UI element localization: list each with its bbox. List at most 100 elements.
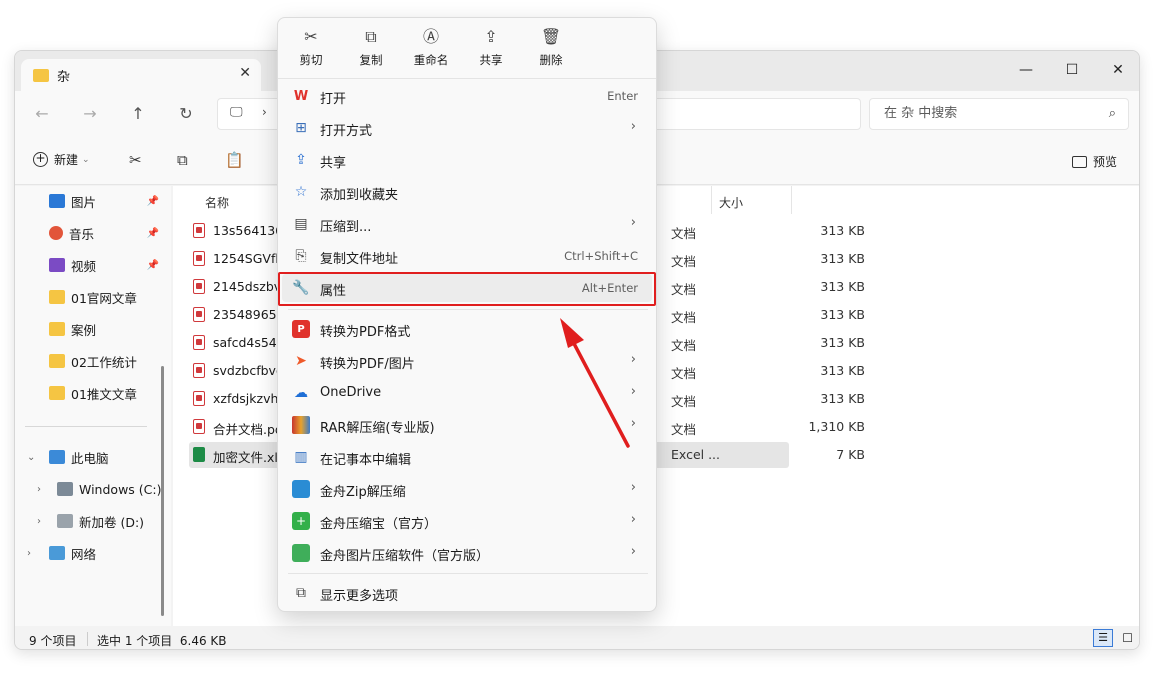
cut-icon[interactable]: ✂ bbox=[129, 151, 142, 169]
sidebar-item-folder[interactable]: 02工作统计 bbox=[15, 346, 165, 376]
minimize-button[interactable]: — bbox=[1011, 57, 1041, 83]
menu-item-label: 添加到收藏夹 bbox=[320, 188, 399, 203]
menu-item-rar[interactable]: RAR解压缩(专业版) › bbox=[282, 411, 652, 439]
menu-item-jz-image-compress[interactable]: 金舟图片压缩软件（官方版） › bbox=[282, 539, 652, 567]
sidebar-item-music[interactable]: 音乐 📌 bbox=[15, 218, 165, 248]
menu-divider bbox=[288, 573, 648, 574]
menu-item-jz-compress[interactable]: + 金舟压缩宝（官方） › bbox=[282, 507, 652, 535]
sidebar-item-folder[interactable]: 案例 bbox=[15, 314, 165, 344]
notepad-icon: ▥ bbox=[294, 449, 308, 465]
up-icon[interactable]: ↑ bbox=[127, 103, 149, 125]
share-icon: ⇪ bbox=[484, 27, 498, 46]
pdf-file-icon bbox=[193, 363, 205, 378]
menu-item-label: 打开 bbox=[320, 92, 347, 107]
shortcut-hint: Ctrl+Shift+C bbox=[564, 249, 638, 263]
tiles-view-icon[interactable]: ☐ bbox=[1122, 631, 1133, 645]
column-header-name[interactable]: 名称 bbox=[205, 194, 229, 211]
chevron-right-icon: › bbox=[630, 544, 636, 559]
menu-item-onedrive[interactable]: ☁ OneDrive › bbox=[282, 379, 652, 407]
forward-icon[interactable]: → bbox=[79, 103, 101, 125]
onedrive-icon: ☁ bbox=[294, 385, 308, 401]
close-window-button[interactable]: ✕ bbox=[1103, 57, 1133, 83]
file-name: 合并文档.pd bbox=[213, 422, 283, 437]
file-name: xzfdsjkzvhr bbox=[213, 391, 284, 406]
sidebar-item-pictures[interactable]: 图片 📌 bbox=[15, 186, 165, 216]
search-icon[interactable]: ⌕ bbox=[1109, 99, 1116, 129]
menu-item-open[interactable]: W 打开 Enter bbox=[282, 82, 652, 110]
column-header-size[interactable]: 大小 bbox=[719, 194, 743, 211]
preview-button[interactable]: 预览 bbox=[1071, 153, 1117, 170]
tab-current-folder[interactable]: 杂 ✕ bbox=[21, 59, 261, 91]
pin-icon[interactable]: 📌 bbox=[147, 260, 159, 271]
sidebar-item-label: 网络 bbox=[71, 546, 97, 562]
chevron-down-icon[interactable]: ⌄ bbox=[27, 452, 35, 463]
details-view-icon[interactable]: ☰ bbox=[1093, 629, 1113, 647]
paste-icon[interactable]: 📋 bbox=[225, 151, 244, 169]
sidebar-divider bbox=[25, 426, 147, 427]
menu-item-convert-pdf-image[interactable]: ➤ 转换为PDF/图片 › bbox=[282, 347, 652, 375]
delete-button[interactable]: 🗑 删除 bbox=[526, 26, 576, 68]
back-icon[interactable]: ← bbox=[31, 103, 53, 125]
copy-button[interactable]: ⧉ 复制 bbox=[346, 26, 396, 68]
copy-icon[interactable]: ⧉ bbox=[177, 151, 188, 169]
menu-item-notepad[interactable]: ▥ 在记事本中编辑 bbox=[282, 443, 652, 471]
menu-item-compress[interactable]: ▤ 压缩到... › bbox=[282, 210, 652, 238]
chevron-right-icon[interactable]: › bbox=[27, 548, 31, 559]
close-tab-icon[interactable]: ✕ bbox=[239, 65, 251, 81]
cut-button[interactable]: ✂ 剪切 bbox=[286, 26, 336, 68]
file-type: Excel ... bbox=[671, 447, 721, 462]
drive-icon bbox=[57, 482, 73, 496]
menu-item-copy-path[interactable]: ⎘ 复制文件地址 Ctrl+Shift+C bbox=[282, 242, 652, 270]
file-name: 235489652 bbox=[213, 307, 285, 322]
sidebar-scrollbar[interactable] bbox=[161, 366, 164, 616]
sidebar-item-videos[interactable]: 视频 📌 bbox=[15, 250, 165, 280]
sidebar-item-drive-c[interactable]: › Windows (C:) bbox=[15, 474, 165, 504]
jz-zip-icon bbox=[292, 480, 310, 498]
item-count: 9 个项目 bbox=[29, 634, 77, 648]
chevron-right-icon[interactable]: › bbox=[37, 484, 41, 495]
file-type: 文档 bbox=[671, 338, 697, 353]
chevron-right-icon: › bbox=[630, 416, 636, 431]
sidebar-item-folder[interactable]: 01推文文章 bbox=[15, 378, 165, 408]
menu-item-convert-pdf[interactable]: P 转换为PDF格式 bbox=[282, 315, 652, 343]
pin-icon[interactable]: 📌 bbox=[147, 228, 159, 239]
share-button[interactable]: ⇪ 共享 bbox=[466, 26, 516, 68]
trash-icon: 🗑 bbox=[540, 27, 562, 46]
search-input[interactable]: 在 杂 中搜索 ⌕ bbox=[869, 98, 1129, 130]
menu-item-share[interactable]: ⇪ 共享 bbox=[282, 146, 652, 174]
file-type: 文档 bbox=[671, 254, 697, 269]
computer-icon bbox=[49, 450, 65, 464]
menu-item-open-with[interactable]: ⊞ 打开方式 › bbox=[282, 114, 652, 142]
maximize-button[interactable]: ☐ bbox=[1057, 57, 1087, 83]
menu-item-label: 共享 bbox=[320, 156, 347, 171]
cut-icon: ✂ bbox=[304, 27, 318, 46]
new-button[interactable]: + 新建 ⌄ bbox=[33, 151, 90, 168]
sidebar-item-this-pc[interactable]: ⌄ 此电脑 bbox=[15, 442, 165, 472]
pdf-convert-icon: P bbox=[292, 320, 310, 338]
sidebar-item-drive-d[interactable]: › 新加卷 (D:) bbox=[15, 506, 165, 536]
sidebar-item-folder[interactable]: 01官网文章 bbox=[15, 282, 165, 312]
drive-icon bbox=[57, 514, 73, 528]
file-size: 1,310 KB bbox=[808, 419, 865, 434]
chevron-right-icon[interactable]: › bbox=[262, 105, 267, 119]
folder-icon bbox=[49, 354, 65, 368]
chevron-right-icon[interactable]: › bbox=[37, 516, 41, 527]
menu-item-label: 转换为PDF/图片 bbox=[320, 357, 415, 372]
sidebar-item-network[interactable]: › 网络 bbox=[15, 538, 165, 568]
menu-item-jz-zip[interactable]: 金舟Zip解压缩 › bbox=[282, 475, 652, 503]
pin-icon[interactable]: 📌 bbox=[147, 196, 159, 207]
chevron-right-icon: › bbox=[630, 119, 636, 134]
sidebar-item-label: 案例 bbox=[71, 322, 97, 338]
menu-item-label: 打开方式 bbox=[320, 124, 373, 139]
chevron-right-icon: › bbox=[630, 384, 636, 399]
menu-item-show-more[interactable]: ⧉ 显示更多选项 bbox=[282, 579, 652, 607]
file-type: 文档 bbox=[671, 366, 697, 381]
rename-button[interactable]: Ⓐ 重命名 bbox=[406, 26, 456, 68]
refresh-icon[interactable]: ↻ bbox=[175, 103, 197, 125]
pictures-icon bbox=[49, 194, 65, 208]
music-icon bbox=[49, 226, 63, 240]
file-size: 313 KB bbox=[820, 335, 865, 350]
menu-item-add-favorites[interactable]: ☆ 添加到收藏夹 bbox=[282, 178, 652, 206]
open-with-icon: ⊞ bbox=[295, 120, 307, 136]
star-icon: ☆ bbox=[294, 184, 308, 200]
